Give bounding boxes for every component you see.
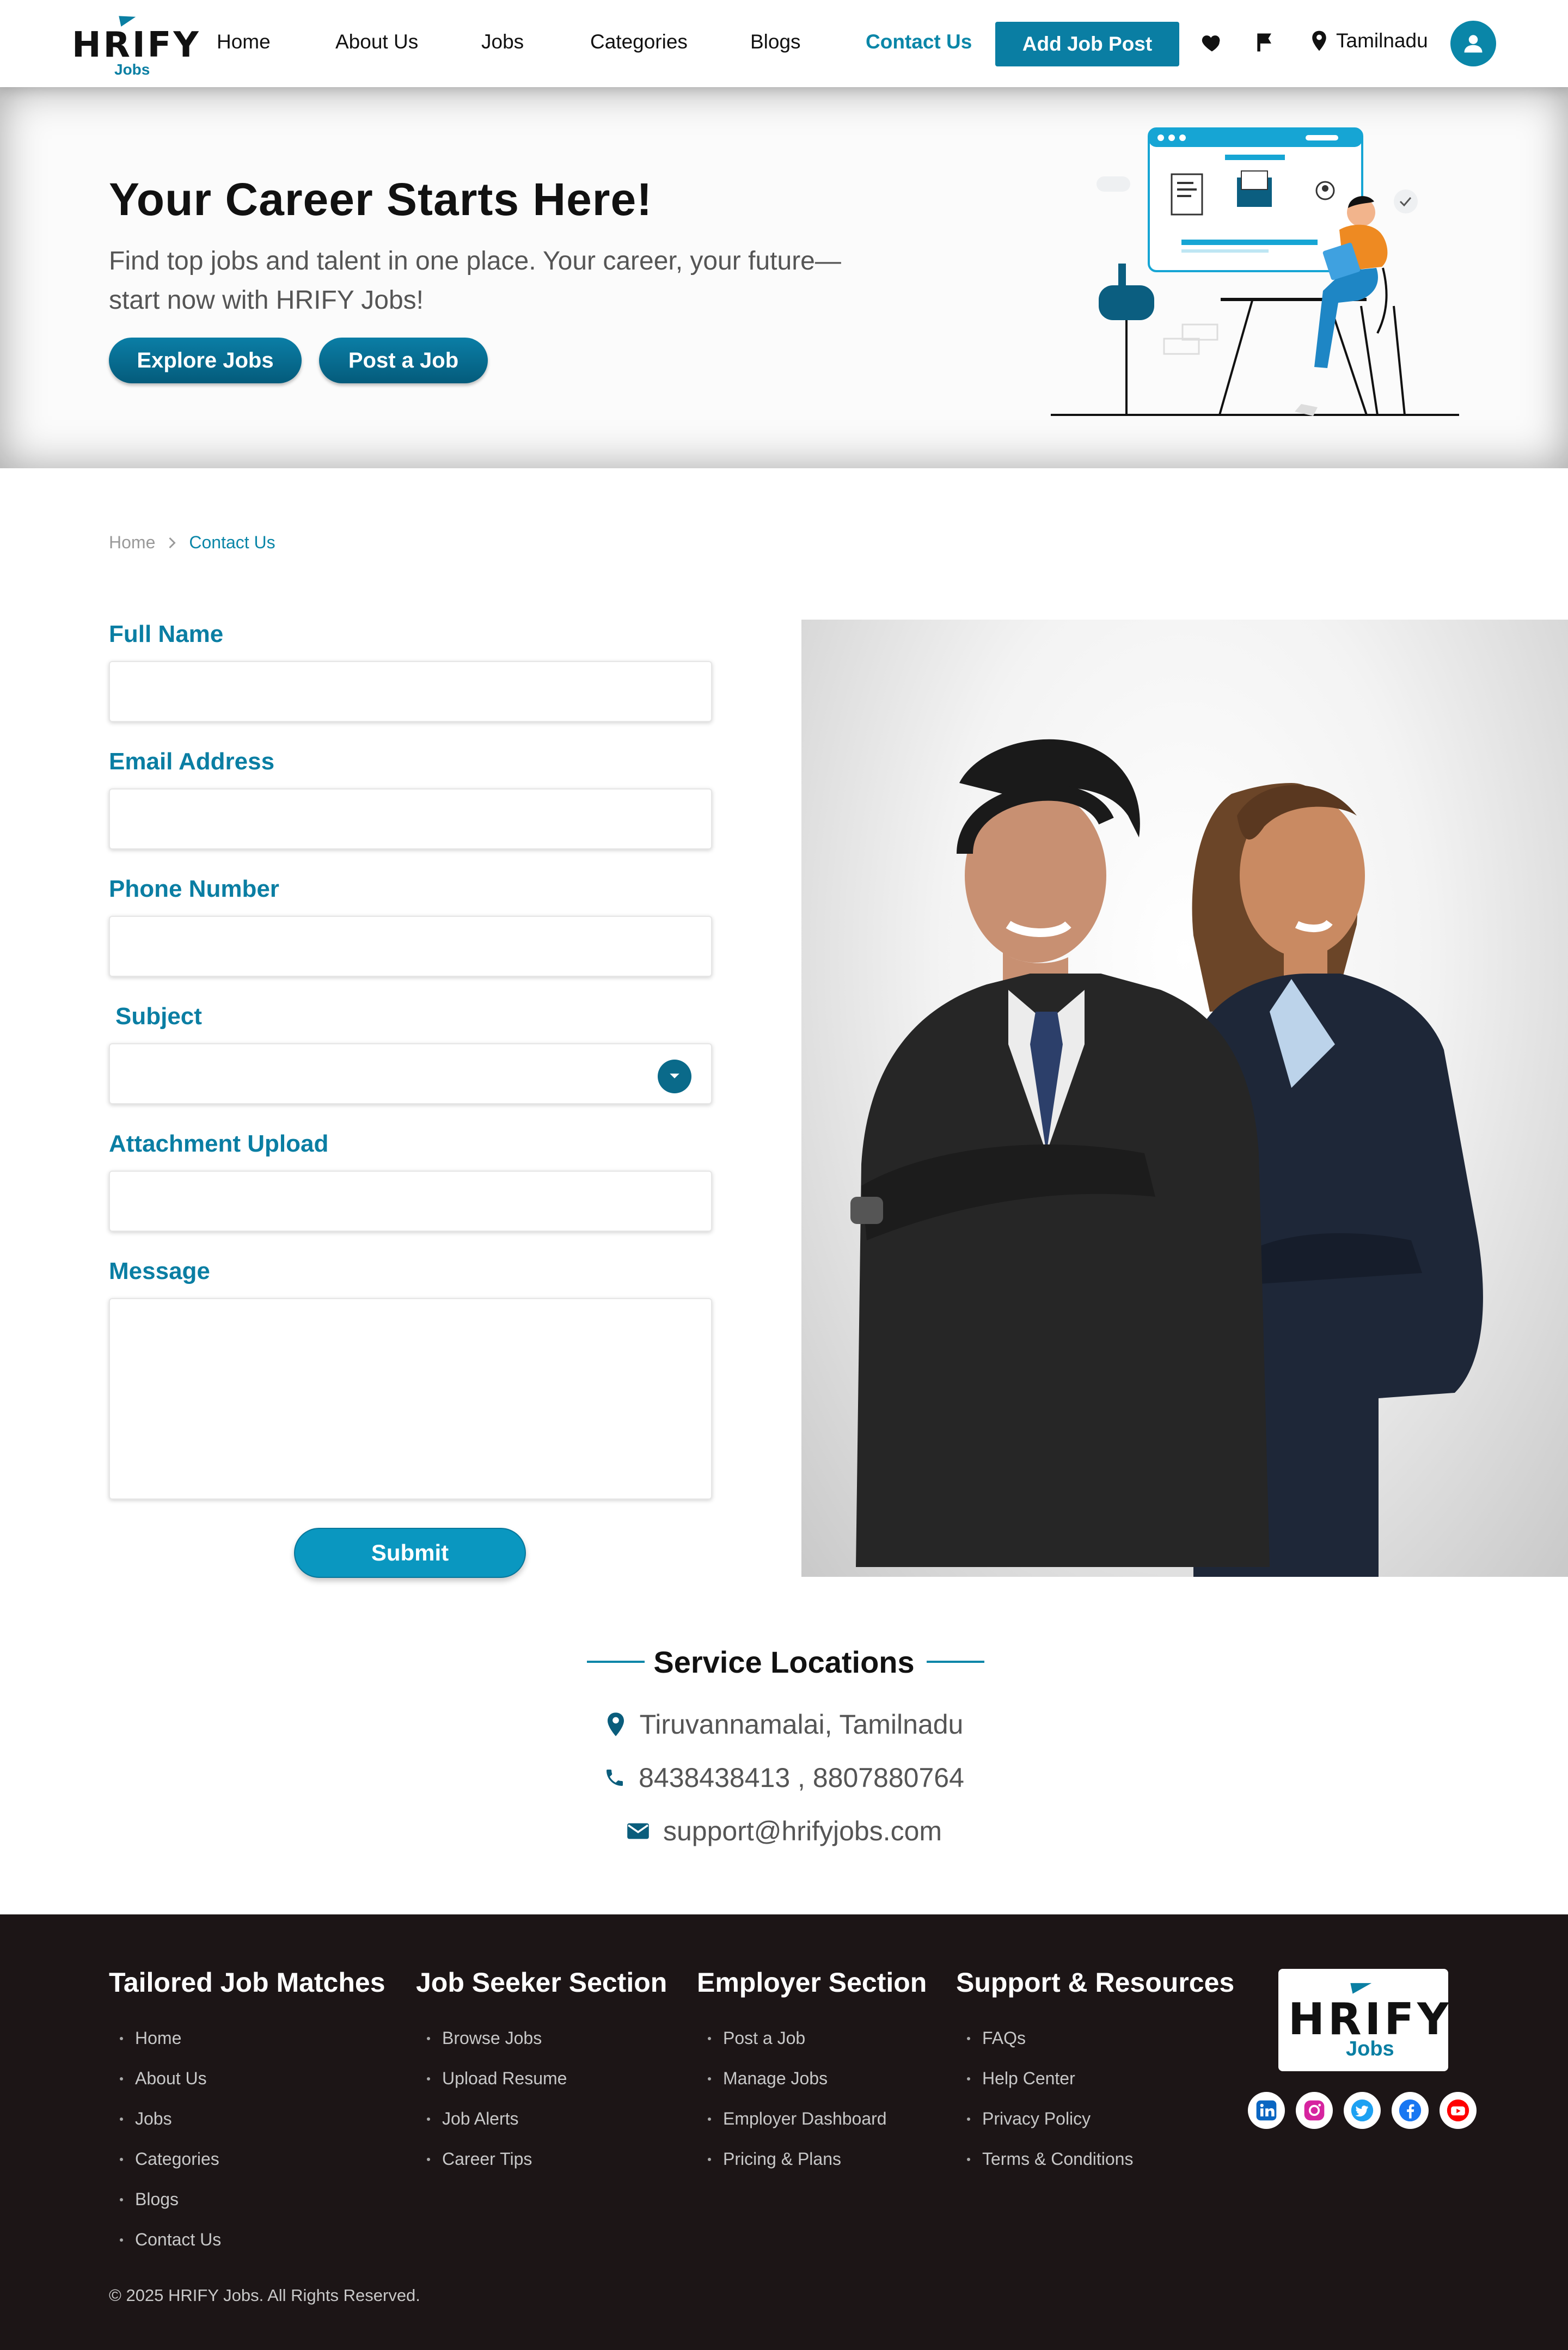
logo-flag-icon — [1350, 1979, 1373, 1994]
message-textarea[interactable] — [110, 1299, 711, 1498]
footer-link-career-tips[interactable]: Career Tips — [416, 2139, 667, 2179]
post-a-job-button[interactable]: Post a Job — [319, 338, 488, 383]
footer-brand-logo[interactable]: HRIFY Jobs — [1278, 1969, 1449, 2071]
footer-link-categories[interactable]: Categories — [109, 2139, 385, 2179]
nav-link-home[interactable]: Home — [217, 30, 271, 53]
user-icon — [1464, 35, 1483, 53]
email-field-wrapper — [109, 788, 712, 849]
footer-link-jobs[interactable]: Jobs — [109, 2098, 385, 2139]
service-phone-row: 8438438413 , 8807880764 — [0, 1762, 1568, 1794]
breadcrumb-current: Contact Us — [189, 533, 275, 552]
footer-link-employer-dashboard[interactable]: Employer Dashboard — [697, 2098, 927, 2139]
footer-col-heading: Job Seeker Section — [416, 1967, 667, 1998]
chevron-down-icon[interactable] — [658, 1060, 691, 1093]
footer-link-contact[interactable]: Contact Us — [109, 2219, 385, 2260]
service-locations-title: Service Locations — [653, 1645, 915, 1679]
flag-icon[interactable] — [1253, 30, 1277, 54]
footer-link-browse-jobs[interactable]: Browse Jobs — [416, 2018, 667, 2058]
facebook-icon[interactable] — [1392, 2092, 1429, 2129]
breadcrumb-home-link[interactable]: Home — [109, 533, 155, 553]
footer-link-manage-jobs[interactable]: Manage Jobs — [697, 2058, 927, 2098]
youtube-icon[interactable] — [1440, 2092, 1477, 2129]
nav-link-categories[interactable]: Categories — [590, 30, 688, 53]
phone-label: Phone Number — [109, 876, 279, 902]
business-people-photo — [801, 620, 1568, 1577]
footer-link-privacy[interactable]: Privacy Policy — [956, 2098, 1234, 2139]
linkedin-icon[interactable] — [1248, 2092, 1285, 2129]
footer-col-heading: Tailored Job Matches — [109, 1967, 385, 1998]
email-label: Email Address — [109, 748, 275, 775]
footer-link-blogs[interactable]: Blogs — [109, 2179, 385, 2219]
nav-link-contact[interactable]: Contact Us — [866, 30, 972, 53]
hero-banner: Your Career Starts Here! Find top jobs a… — [0, 87, 1568, 468]
footer-link-faqs[interactable]: FAQs — [956, 2018, 1234, 2058]
footer-link-terms[interactable]: Terms & Conditions — [956, 2139, 1234, 2179]
twitter-icon[interactable] — [1344, 2092, 1381, 2129]
attachment-upload-field[interactable] — [109, 1171, 712, 1232]
hero-title: Your Career Starts Here! — [109, 174, 653, 225]
business-people-illustration — [850, 739, 1483, 1577]
title-divider-right — [927, 1661, 984, 1663]
nav-link-about[interactable]: About Us — [335, 30, 418, 53]
full-name-field-wrapper — [109, 661, 712, 722]
footer-col-support: Support & Resources FAQs Help Center Pri… — [956, 1967, 1234, 2179]
site-footer: Tailored Job Matches Home About Us Jobs … — [0, 1914, 1568, 2350]
footer-link-upload-resume[interactable]: Upload Resume — [416, 2058, 667, 2098]
add-job-post-button[interactable]: Add Job Post — [995, 22, 1179, 66]
heart-icon[interactable] — [1200, 30, 1224, 54]
submit-button[interactable]: Submit — [294, 1528, 526, 1578]
subject-select[interactable] — [109, 1043, 712, 1104]
message-field-wrapper — [109, 1298, 712, 1500]
footer-link-help-center[interactable]: Help Center — [956, 2058, 1234, 2098]
location-pin-icon — [1312, 30, 1326, 51]
instagram-icon[interactable] — [1296, 2092, 1333, 2129]
footer-col-employer: Employer Section Post a Job Manage Jobs … — [697, 1967, 927, 2179]
footer-col-job-matches: Tailored Job Matches Home About Us Jobs … — [109, 1967, 385, 2260]
email-input[interactable] — [110, 790, 711, 848]
brand-logo[interactable]: HRIFY Jobs — [70, 13, 199, 78]
phone-field-wrapper — [109, 916, 712, 977]
location-selector[interactable]: Tamilnadu — [1310, 29, 1428, 52]
service-email[interactable]: support@hrifyjobs.com — [663, 1815, 942, 1847]
breadcrumb: Home Contact Us — [109, 533, 275, 553]
footer-link-job-alerts[interactable]: Job Alerts — [416, 2098, 667, 2139]
subject-label: Subject — [115, 1003, 202, 1030]
message-label: Message — [109, 1258, 210, 1284]
brand-subtitle: Jobs — [1346, 2037, 1394, 2060]
copyright-text: © 2025 HRIFY Jobs. All Rights Reserved. — [109, 2286, 420, 2305]
nav-link-jobs[interactable]: Jobs — [481, 30, 524, 53]
mail-icon — [627, 1823, 649, 1839]
hero-illustration — [1051, 127, 1459, 416]
location-pin-icon — [607, 1712, 624, 1736]
top-navbar: HRIFY Jobs Home About Us Jobs Categories… — [0, 0, 1568, 87]
brand-subtitle: Jobs — [114, 61, 150, 78]
location-label: Tamilnadu — [1336, 29, 1428, 52]
nav-link-blogs[interactable]: Blogs — [750, 30, 801, 53]
service-address: Tiruvannamalai, Tamilnadu — [639, 1709, 964, 1740]
hero-subtitle: Find top jobs and talent in one place. Y… — [109, 247, 841, 315]
full-name-input[interactable] — [110, 662, 711, 721]
footer-link-post-job[interactable]: Post a Job — [697, 2018, 927, 2058]
user-avatar-button[interactable] — [1450, 21, 1496, 66]
full-name-label: Full Name — [109, 621, 224, 647]
footer-col-heading: Employer Section — [697, 1967, 927, 1998]
footer-col-job-seeker: Job Seeker Section Browse Jobs Upload Re… — [416, 1967, 667, 2179]
footer-link-home[interactable]: Home — [109, 2018, 385, 2058]
footer-link-pricing[interactable]: Pricing & Plans — [697, 2139, 927, 2179]
phone-input[interactable] — [110, 917, 711, 976]
brand-wordmark: HRIFY — [72, 25, 201, 65]
social-links — [1248, 2092, 1477, 2129]
attachment-label: Attachment Upload — [109, 1130, 329, 1157]
footer-link-about[interactable]: About Us — [109, 2058, 385, 2098]
chevron-right-icon — [169, 537, 176, 548]
phone-icon — [607, 1770, 623, 1786]
service-email-row: support@hrifyjobs.com — [0, 1815, 1568, 1847]
footer-col-heading: Support & Resources — [956, 1967, 1235, 1998]
service-phone[interactable]: 8438438413 , 8807880764 — [639, 1762, 964, 1794]
service-address-row: Tiruvannamalai, Tamilnadu — [0, 1709, 1568, 1740]
explore-jobs-button[interactable]: Explore Jobs — [109, 338, 302, 383]
